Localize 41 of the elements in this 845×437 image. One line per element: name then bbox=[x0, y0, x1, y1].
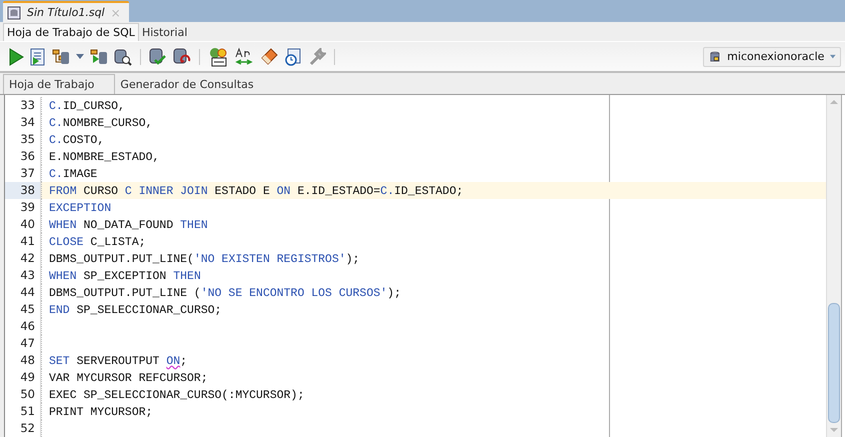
run-script-icon[interactable] bbox=[30, 48, 46, 66]
code-line: DBMS_OUTPUT.PUT_LINE ('NO SE ENCONTRO LOS CURSOS'); bbox=[49, 287, 401, 300]
connection-dropdown[interactable]: miconexionoracle bbox=[703, 46, 841, 66]
wrench-icon[interactable] bbox=[308, 48, 326, 66]
code-line: C.ID_CURSO, bbox=[49, 100, 125, 113]
database-tree-icon[interactable] bbox=[52, 48, 70, 66]
format-case-icon[interactable] bbox=[234, 46, 254, 66]
file-title: Sin Título1.sql bbox=[27, 6, 105, 19]
history-clock-icon[interactable] bbox=[284, 48, 302, 66]
code-line: PRINT MYCURSOR; bbox=[49, 406, 153, 419]
code-line: WHEN SP_EXCEPTION THEN bbox=[49, 270, 201, 283]
code-line: EXCEPTION bbox=[49, 202, 112, 215]
code-line: SET SERVEROUTPUT ON; bbox=[49, 355, 188, 368]
rollback-icon[interactable] bbox=[173, 48, 191, 66]
commit-icon[interactable] bbox=[149, 48, 167, 66]
code-line: END SP_SELECCIONAR_CURSO; bbox=[49, 304, 222, 317]
tab[interactable]: Hoja de Trabajo de SQL bbox=[3, 23, 139, 41]
code-line: C.NOMBRE_CURSO, bbox=[49, 117, 153, 130]
file-tab[interactable]: Sin Título1.sql × bbox=[3, 1, 129, 22]
run-icon[interactable] bbox=[8, 48, 24, 66]
dropdown-caret-icon bbox=[830, 54, 836, 60]
dropdown-caret-icon[interactable] bbox=[76, 54, 84, 60]
code-line: C.IMAGE bbox=[49, 168, 98, 181]
tab[interactable]: Hoja de Trabajo bbox=[3, 74, 116, 94]
tab[interactable]: Generador de Consultas bbox=[115, 75, 262, 94]
scrollbar[interactable] bbox=[826, 95, 842, 437]
code-editor[interactable] bbox=[4, 95, 845, 437]
code-line: FROM CURSO C INNER JOIN ESTADO E ON E.ID_ESTADO=C.ID_ESTADO; bbox=[49, 185, 464, 198]
code-line: EXEC SP_SELECCIONAR_CURSO(:MYCURSOR); bbox=[49, 389, 304, 402]
code-line: VAR MYCURSOR REFCURSOR; bbox=[49, 372, 208, 385]
eraser-icon[interactable] bbox=[260, 48, 278, 66]
code-line: DBMS_OUTPUT.PUT_LINE('NO EXISTEN REGISTROS'); bbox=[49, 253, 360, 266]
database-search-icon[interactable] bbox=[114, 48, 132, 66]
tab[interactable]: Historial bbox=[138, 24, 190, 41]
database-icon bbox=[7, 6, 21, 20]
code-line: E.NOMBRE_ESTADO, bbox=[49, 151, 160, 164]
line-number: 38 bbox=[5, 182, 41, 199]
scrollbar-thumb[interactable] bbox=[828, 303, 840, 423]
code-line: C.COSTO, bbox=[49, 134, 104, 147]
code-line: WHEN NO_DATA_FOUND THEN bbox=[49, 219, 208, 232]
code-line: CLOSE C_LISTA; bbox=[49, 236, 146, 249]
